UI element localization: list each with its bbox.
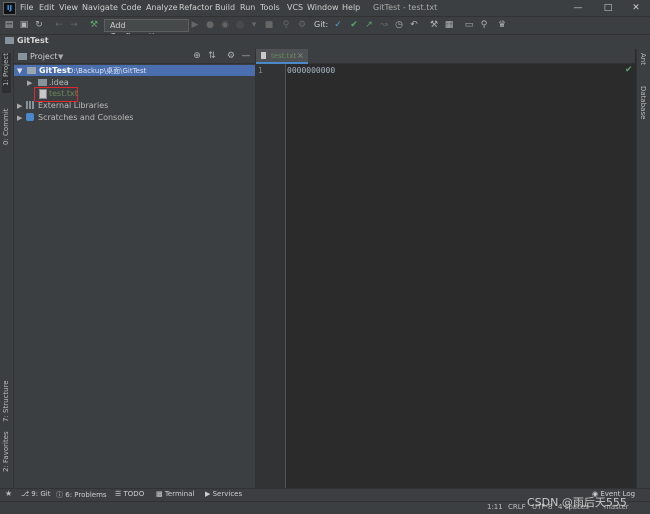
- menu-tools[interactable]: Tools: [260, 3, 280, 12]
- bottom-tab-terminal[interactable]: ▩ Terminal: [156, 490, 194, 498]
- close-icon[interactable]: ✕: [621, 1, 650, 15]
- tree-root-name: GitTest: [39, 66, 71, 75]
- menu-window[interactable]: Window: [307, 3, 339, 12]
- stop-icon[interactable]: ■: [263, 19, 275, 31]
- tree-expand-icon[interactable]: ▼: [17, 67, 22, 75]
- history-icon[interactable]: ◷: [393, 19, 405, 31]
- window-title: GitTest - test.txt: [373, 3, 438, 12]
- bottom-tab-services-label: Services: [212, 490, 243, 498]
- attach-icon[interactable]: ⚙: [296, 19, 308, 31]
- text-file-icon: [39, 89, 47, 99]
- tree-root-path: D:\Backup\桌面\GitTest: [68, 67, 147, 75]
- bottom-tab-git[interactable]: ⎇ 9: Git: [21, 490, 50, 498]
- folder-icon: [38, 79, 47, 86]
- run-icon[interactable]: ▶: [189, 19, 201, 31]
- navigation-bar: [0, 34, 650, 50]
- text-file-icon: [261, 52, 266, 59]
- chevron-down-icon[interactable]: ▼: [58, 53, 63, 61]
- menu-view[interactable]: View: [59, 3, 78, 12]
- tool-tab-ant[interactable]: Ant: [639, 53, 647, 65]
- git-commit-icon[interactable]: ✔: [348, 19, 360, 31]
- project-folder-icon: [5, 37, 14, 44]
- git-push-icon[interactable]: ↗: [363, 19, 375, 31]
- app-logo-icon: IJ: [3, 2, 16, 15]
- tree-collapse-icon[interactable]: ▶: [17, 114, 22, 122]
- line-separator[interactable]: CRLF: [508, 503, 526, 511]
- menu-vcs[interactable]: VCS: [287, 3, 303, 12]
- scratches-icon: [26, 113, 34, 121]
- bottom-tab-git-label: 9: Git: [31, 490, 51, 498]
- locate-icon[interactable]: ⊕: [192, 51, 202, 61]
- bottom-tab-problems-label: 6: Problems: [65, 491, 107, 499]
- bottom-tab-todo[interactable]: ☰ TODO: [115, 490, 144, 498]
- tool-tab-commit[interactable]: 0: Commit: [2, 108, 10, 145]
- collapse-all-icon[interactable]: ⇅: [207, 51, 217, 61]
- project-view-selector[interactable]: Project: [30, 52, 57, 61]
- git-compare-icon[interactable]: ↝: [378, 19, 390, 31]
- bottom-tab-services[interactable]: ▶ Services: [205, 490, 242, 498]
- back-icon[interactable]: ←: [53, 19, 65, 31]
- library-icon: [26, 101, 35, 109]
- tree-collapse-icon[interactable]: ▶: [27, 79, 32, 87]
- tool-tab-favorites[interactable]: 2: Favorites: [2, 431, 10, 472]
- project-view-icon: [18, 53, 27, 60]
- search-everywhere-icon[interactable]: ⚲: [280, 19, 292, 31]
- menu-code[interactable]: Code: [121, 3, 141, 12]
- run-configuration-dropdown[interactable]: Add Configuration...: [104, 19, 189, 41]
- tool-tab-structure[interactable]: 7: Structure: [2, 380, 10, 422]
- menu-edit[interactable]: Edit: [39, 3, 55, 12]
- editor-tab-bar: [256, 49, 635, 64]
- settings-wrench-icon[interactable]: ⚒: [428, 19, 440, 31]
- editor-text[interactable]: 0000000000: [287, 66, 335, 75]
- close-tab-icon[interactable]: ×: [297, 51, 304, 60]
- minimize-icon[interactable]: —: [563, 1, 593, 15]
- menu-file[interactable]: File: [20, 3, 33, 12]
- tree-item-external-libraries[interactable]: External Libraries: [38, 101, 108, 110]
- tree-item-test-txt[interactable]: test.txt: [49, 89, 78, 98]
- rollback-icon[interactable]: ↶: [408, 19, 420, 31]
- tree-collapse-icon[interactable]: ▶: [17, 102, 22, 110]
- line-number: 1: [258, 66, 263, 75]
- menu-build[interactable]: Build: [215, 3, 235, 12]
- sync-icon[interactable]: ↻: [33, 19, 45, 31]
- open-folder-icon[interactable]: ▤: [3, 19, 15, 31]
- menu-refactor[interactable]: Refactor: [179, 3, 213, 12]
- maximize-icon[interactable]: □: [593, 1, 623, 15]
- forward-icon[interactable]: →: [68, 19, 80, 31]
- menu-run[interactable]: Run: [240, 3, 255, 12]
- project-structure-icon[interactable]: ▦: [443, 19, 455, 31]
- git-update-icon[interactable]: ✓: [332, 19, 344, 31]
- bottom-tab-terminal-label: Terminal: [164, 490, 195, 498]
- gear-icon[interactable]: ⚙: [226, 51, 236, 61]
- debug-icon[interactable]: ●: [204, 19, 216, 31]
- tool-tab-project[interactable]: 1: Project: [2, 53, 10, 86]
- menu-navigate[interactable]: Navigate: [82, 3, 118, 12]
- translate-icon[interactable]: ♛: [496, 19, 508, 31]
- star-icon[interactable]: ★: [5, 489, 12, 498]
- hide-panel-icon[interactable]: —: [241, 51, 251, 61]
- tree-item-idea[interactable]: .idea: [49, 78, 69, 87]
- more-run-icon[interactable]: ▾: [248, 19, 260, 31]
- bottom-tab-todo-label: TODO: [123, 490, 145, 498]
- tree-item-scratches[interactable]: Scratches and Consoles: [38, 113, 133, 122]
- build-hammer-icon[interactable]: ⚒: [88, 19, 100, 31]
- inspection-ok-icon[interactable]: ✔: [625, 65, 633, 75]
- git-label: Git:: [314, 20, 329, 29]
- bottom-tab-problems[interactable]: ⓘ 6: Problems: [56, 490, 107, 500]
- editor-tab-label: test.txt: [271, 52, 297, 60]
- menu-help[interactable]: Help: [342, 3, 360, 12]
- tool-tab-database[interactable]: Database: [639, 86, 647, 119]
- editor-gutter: [256, 64, 286, 488]
- profile-icon[interactable]: ◎: [234, 19, 246, 31]
- search-icon[interactable]: ⚲: [478, 19, 490, 31]
- folder-icon: [27, 67, 36, 74]
- breadcrumb-project[interactable]: GitTest: [17, 36, 49, 45]
- watermark: CSDN @雨后天555: [527, 496, 627, 509]
- menu-analyze[interactable]: Analyze: [146, 3, 178, 12]
- coverage-icon[interactable]: ◉: [219, 19, 231, 31]
- caret-position[interactable]: 1:11: [487, 503, 503, 511]
- save-icon[interactable]: ▣: [18, 19, 30, 31]
- presentation-icon[interactable]: ▭: [463, 19, 475, 31]
